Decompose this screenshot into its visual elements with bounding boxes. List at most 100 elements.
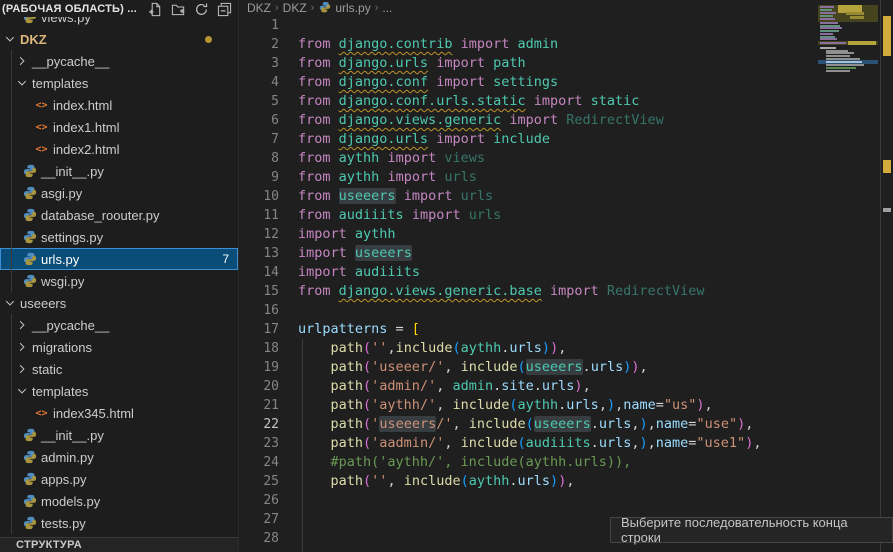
tree-item-admin-py[interactable]: admin.py [0,446,238,468]
tree-item-label: asgi.py [41,186,82,201]
tree-item-pycache[interactable]: __pycache__ [0,50,238,72]
line-number: 8 [239,149,279,168]
code-line-21[interactable]: 21 path('aythh/', include(aythh.urls,),n… [239,396,818,415]
tree-item-index1-html[interactable]: <>index1.html [0,116,238,138]
code-line-20[interactable]: 20 path('admin/', admin.site.urls), [239,377,818,396]
tree-item-asgi-py[interactable]: asgi.py [0,182,238,204]
code-line-7[interactable]: 7from django.urls import include [239,130,818,149]
code-line-22[interactable]: 22 path('useeers/', include(useeers.urls… [239,415,818,434]
line-content: path('useeer/', include(useeers.urls)), [279,358,648,377]
line-content: from aythh import urls [279,168,477,187]
tree-item-label: index2.html [53,142,119,157]
tree-item-label: __init__.py [41,428,104,443]
tree-item-index2-html[interactable]: <>index2.html [0,138,238,160]
tree-item-label: __init__.py [41,164,104,179]
tree-indent-guide [11,314,12,534]
line-content: #path('aythh/', include(aythh.urls)), [279,453,631,472]
tree-item-useeers[interactable]: useeers [0,292,238,314]
tree-indent-guide [11,50,12,292]
line-content [279,301,298,320]
python-file-icon [22,472,37,487]
overview-ruler[interactable] [880,0,893,552]
minimap-block [820,27,842,29]
code-line-10[interactable]: 10from useeers import urls [239,187,818,206]
code-line-16[interactable]: 16 [239,301,818,320]
collapse-all-icon[interactable] [216,1,232,17]
code-line-18[interactable]: 18 path('',include(aythh.urls)), [239,339,818,358]
tree-item-index345-html[interactable]: <>index345.html [0,402,238,424]
file-tree: views.pyDKZ__pycache__templates<>index.h… [0,6,238,534]
tree-item-pycache[interactable]: __pycache__ [0,314,238,336]
tree-item-templates[interactable]: templates [0,380,238,402]
chevron-down-icon [4,34,16,44]
chevron-right-icon [16,364,28,374]
minimap-block [820,33,833,35]
minimap-block [820,38,837,40]
breadcrumb-item-dkz[interactable]: DKZ [247,1,271,15]
code-line-19[interactable]: 19 path('useeer/', include(useeers.urls)… [239,358,818,377]
explorer-section-header: (РАБОЧАЯ ОБЛАСТЬ) ... [0,0,238,17]
code-line-26[interactable]: 26 [239,491,818,510]
code-line-14[interactable]: 14import audiiits [239,263,818,282]
code-line-3[interactable]: 3from django.urls import path [239,54,818,73]
minimap-block [848,41,876,45]
tree-item-init-py[interactable]: __init__.py [0,160,238,182]
code-line-24[interactable]: 24 #path('aythh/', include(aythh.urls)), [239,453,818,472]
chevron-right-icon [16,56,28,66]
tree-item-apps-py[interactable]: apps.py [0,468,238,490]
tree-item-init-py[interactable]: __init__.py [0,424,238,446]
line-number: 16 [239,301,279,320]
tree-item-static[interactable]: static [0,358,238,380]
line-content: from django.views.generic.base import Re… [279,282,704,301]
tree-item-settings-py[interactable]: settings.py [0,226,238,248]
html-file-icon: <> [34,98,49,113]
code-line-8[interactable]: 8from aythh import views [239,149,818,168]
tree-item-database-roouter-py[interactable]: database_roouter.py [0,204,238,226]
code-line-11[interactable]: 11from audiiits import urls [239,206,818,225]
tree-item-migrations[interactable]: migrations [0,336,238,358]
tree-item-label: models.py [41,494,100,509]
line-number: 5 [239,92,279,111]
minimap-block [820,47,836,49]
tree-item-models-py[interactable]: models.py [0,490,238,512]
breadcrumb-item-urls-py[interactable]: urls.py [318,0,370,17]
ruler-mark [883,16,891,56]
new-folder-icon[interactable] [170,1,186,17]
breadcrumb-item-dkz[interactable]: DKZ [283,1,307,15]
code-line-17[interactable]: 17urlpatterns = [ [239,320,818,339]
line-number: 27 [239,510,279,529]
tree-item-wsgi-py[interactable]: wsgi.py [0,270,238,292]
line-content [279,510,298,529]
code-line-2[interactable]: 2from django.contrib import admin [239,35,818,54]
breadcrumb-item-[interactable]: ... [382,1,392,15]
code-line-12[interactable]: 12import aythh [239,225,818,244]
code-line-15[interactable]: 15from django.views.generic.base import … [239,282,818,301]
code-line-9[interactable]: 9from aythh import urls [239,168,818,187]
breadcrumb-separator: › [310,2,316,14]
minimap[interactable] [818,0,881,552]
code-line-4[interactable]: 4from django.conf import settings [239,73,818,92]
line-content: path('admin/', admin.site.urls), [279,377,591,396]
tree-item-label: index345.html [53,406,134,421]
tree-item-tests-py[interactable]: tests.py [0,512,238,534]
outline-section-header[interactable]: СТРУКТУРА [0,537,238,552]
code-line-23[interactable]: 23 path('aadmin/', include(audiiits.urls… [239,434,818,453]
tree-item-templates[interactable]: templates [0,72,238,94]
code-line-13[interactable]: 13import useeers [239,244,818,263]
tree-item-urls-py[interactable]: urls.py7 [0,248,238,270]
line-number: 7 [239,130,279,149]
tree-item-index-html[interactable]: <>index.html [0,94,238,116]
code-line-1[interactable]: 1 [239,16,818,35]
new-file-icon[interactable] [147,1,163,17]
code-area[interactable]: 12from django.contrib import admin3from … [239,16,818,552]
refresh-icon[interactable] [193,1,209,17]
code-line-6[interactable]: 6from django.views.generic import Redire… [239,111,818,130]
python-file-icon [22,516,37,531]
line-number: 21 [239,396,279,415]
ruler-mark [883,160,891,173]
tree-item-label: index1.html [53,120,119,135]
tree-item-dkz[interactable]: DKZ [0,28,238,50]
code-line-25[interactable]: 25 path('', include(aythh.urls)), [239,472,818,491]
line-content: from django.conf.urls.static import stat… [279,92,639,111]
code-line-5[interactable]: 5from django.conf.urls.static import sta… [239,92,818,111]
